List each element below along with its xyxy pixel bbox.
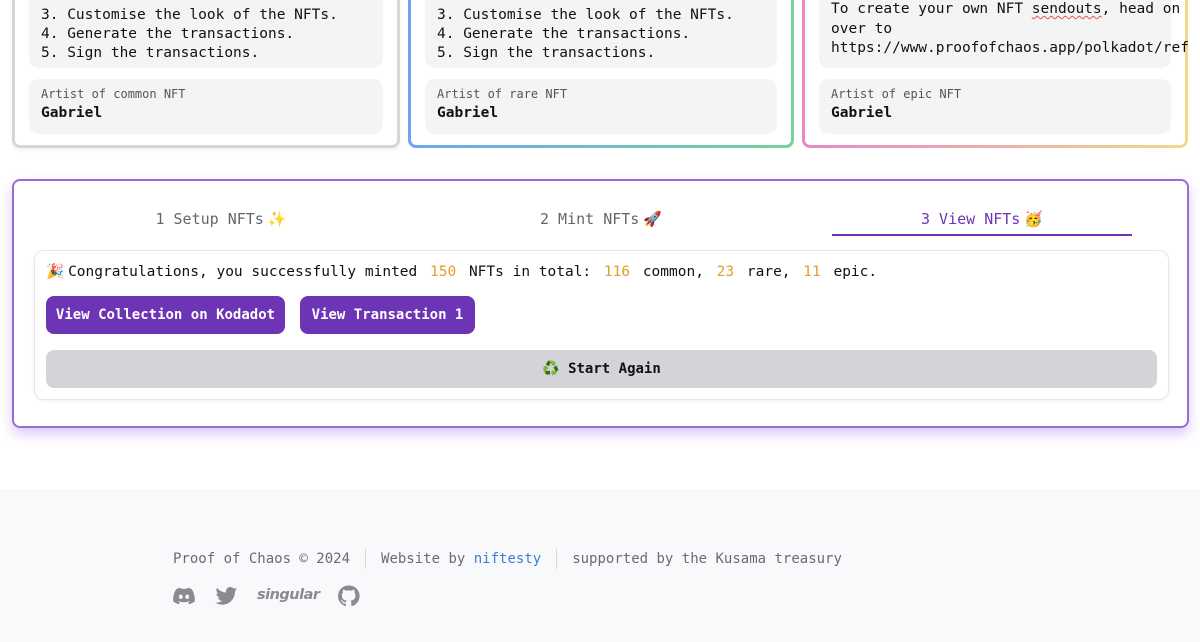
view-transaction-button[interactable]: View Transaction 1 — [300, 296, 475, 334]
niftesty-link[interactable]: niftesty — [474, 551, 541, 567]
mint-summary: 🎉 Congratulations, you successfully minte… — [46, 262, 877, 282]
start-again-button[interactable]: ♻️ Start Again — [46, 350, 1157, 388]
artist-box: Artist of rare NFT Gabriel — [425, 79, 777, 134]
summary-text: Congratulations, you successfully minted — [68, 264, 418, 280]
total-count: 150 — [430, 264, 457, 280]
summary-text: NFTs in total: — [468, 264, 592, 280]
supported-by: supported by the Kusama treasury — [572, 551, 842, 567]
epic-nft-card: To create your own NFT sendouts, head on… — [802, 0, 1189, 148]
tab-setup-nfts[interactable]: 1 Setup NFTs ✨ — [64, 207, 378, 236]
github-icon[interactable] — [337, 585, 360, 607]
artist-name: Gabriel — [437, 105, 499, 121]
singular-logo[interactable]: singular — [257, 585, 320, 607]
info-box: To create your own NFT sendouts, head on… — [819, 0, 1189, 68]
copyright: Proof of Chaos © 2024 — [173, 551, 351, 567]
tab-label: 3 View NFTs — [920, 210, 1021, 228]
info-prefix: To create your own NFT — [831, 1, 1032, 17]
artist-label: Artist of rare NFT — [437, 87, 568, 101]
mint-result-box: 🎉 Congratulations, you successfully minte… — [34, 250, 1169, 400]
artist-box: Artist of epic NFT Gabriel — [819, 79, 1171, 134]
referral-url: https://www.proofofchaos.app/polkadot/re… — [831, 40, 1189, 56]
instruction-step: 3. Customise the look of the NFTs. — [437, 7, 734, 23]
wizard-tabs: 1 Setup NFTs ✨ 2 Mint NFTs 🚀 3 View NFTs 🥳 — [14, 207, 1187, 237]
instruction-step: 5. Sign the transactions. — [437, 45, 656, 61]
view-collection-button[interactable]: View Collection on Kodadot — [46, 296, 285, 334]
rare-count: 23 — [716, 264, 735, 280]
info-text-2: over to — [831, 20, 893, 37]
epic-label: epic. — [833, 264, 878, 280]
tab-view-nfts[interactable]: 3 View NFTs 🥳 — [832, 207, 1132, 236]
party-face-icon: 🥳 — [1024, 210, 1044, 228]
spellcheck-word: sendouts — [1031, 1, 1102, 17]
info-suffix: , head on — [1101, 1, 1181, 17]
instructions-box: 3. Customise the look of the NFTs. 4. Ge… — [29, 0, 383, 68]
divider — [556, 549, 558, 569]
discord-icon[interactable] — [173, 585, 195, 607]
artist-box: Artist of common NFT Gabriel — [29, 79, 383, 134]
party-popper-icon: 🎉 — [46, 264, 65, 280]
epic-count: 11 — [803, 264, 821, 280]
info-text: To create your own NFT sendouts, head on — [831, 0, 1180, 20]
mint-wizard-panel: 1 Setup NFTs ✨ 2 Mint NFTs 🚀 3 View NFTs 🥳 … — [12, 179, 1189, 428]
footer-text: Proof of Chaos © 2024 Website by niftesty… — [173, 549, 842, 569]
rocket-icon: 🚀 — [643, 210, 663, 228]
tab-mint-nfts[interactable]: 2 Mint NFTs 🚀 — [444, 207, 758, 236]
instruction-step: 3. Customise the look of the NFTs. — [41, 7, 338, 23]
instruction-step: 4. Generate the transactions. — [437, 26, 691, 42]
common-label: common, — [642, 264, 704, 280]
common-count: 116 — [603, 264, 631, 280]
divider — [365, 549, 367, 569]
instructions-box: 3. Customise the look of the NFTs. 4. Ge… — [425, 0, 777, 68]
artist-label: Artist of common NFT — [41, 87, 186, 101]
rare-nft-card: 3. Customise the look of the NFTs. 4. Ge… — [408, 0, 794, 148]
rare-label: rare, — [746, 264, 791, 280]
tab-label: 2 Mint NFTs — [539, 210, 640, 228]
artist-name: Gabriel — [41, 105, 103, 121]
website-by: Website by — [381, 551, 466, 567]
footer: Proof of Chaos © 2024 Website by niftesty… — [0, 489, 1200, 642]
common-nft-card: 3. Customise the look of the NFTs. 4. Ge… — [12, 0, 400, 148]
instruction-step: 4. Generate the transactions. — [41, 26, 295, 42]
instruction-step: 5. Sign the transactions. — [41, 45, 260, 61]
tab-label: 1 Setup NFTs — [155, 210, 264, 228]
artist-label: Artist of epic NFT — [831, 87, 962, 101]
sparkles-icon: ✨ — [267, 210, 287, 228]
artist-name: Gabriel — [831, 105, 893, 121]
twitter-icon[interactable] — [215, 585, 238, 607]
